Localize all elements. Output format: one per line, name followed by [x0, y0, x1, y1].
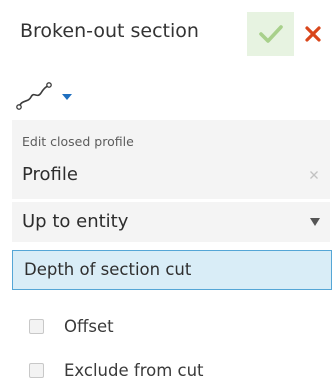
close-icon [310, 171, 318, 179]
caret-down-icon [62, 94, 72, 100]
profile-clear-button[interactable] [306, 167, 322, 183]
profile-field-label: Edit closed profile [22, 134, 134, 149]
depth-of-section-cut-field[interactable]: Depth of section cut [12, 250, 332, 290]
offset-checkbox[interactable] [29, 318, 44, 334]
end-condition-select[interactable]: Up to entity [12, 202, 330, 242]
dialog-title: Broken-out section [20, 20, 199, 42]
profile-value[interactable]: Profile [22, 164, 78, 185]
check-icon [258, 25, 283, 43]
curve-type-dropdown[interactable] [16, 77, 88, 115]
exclude-from-cut-option[interactable]: Exclude from cut [29, 358, 204, 382]
exclude-from-cut-label: Exclude from cut [64, 360, 204, 380]
exclude-from-cut-checkbox[interactable] [29, 362, 44, 378]
ok-button[interactable] [247, 12, 294, 56]
depth-field-placeholder: Depth of section cut [24, 260, 192, 279]
profile-selection-field[interactable]: Edit closed profile Profile [12, 120, 330, 199]
offset-label: Offset [64, 316, 114, 336]
dialog-header: Broken-out section [0, 0, 333, 68]
close-button[interactable] [296, 14, 330, 54]
caret-down-icon [310, 218, 320, 226]
end-condition-value: Up to entity [22, 211, 129, 232]
offset-option[interactable]: Offset [29, 314, 114, 338]
spline-icon [16, 82, 52, 110]
close-icon [305, 26, 321, 42]
